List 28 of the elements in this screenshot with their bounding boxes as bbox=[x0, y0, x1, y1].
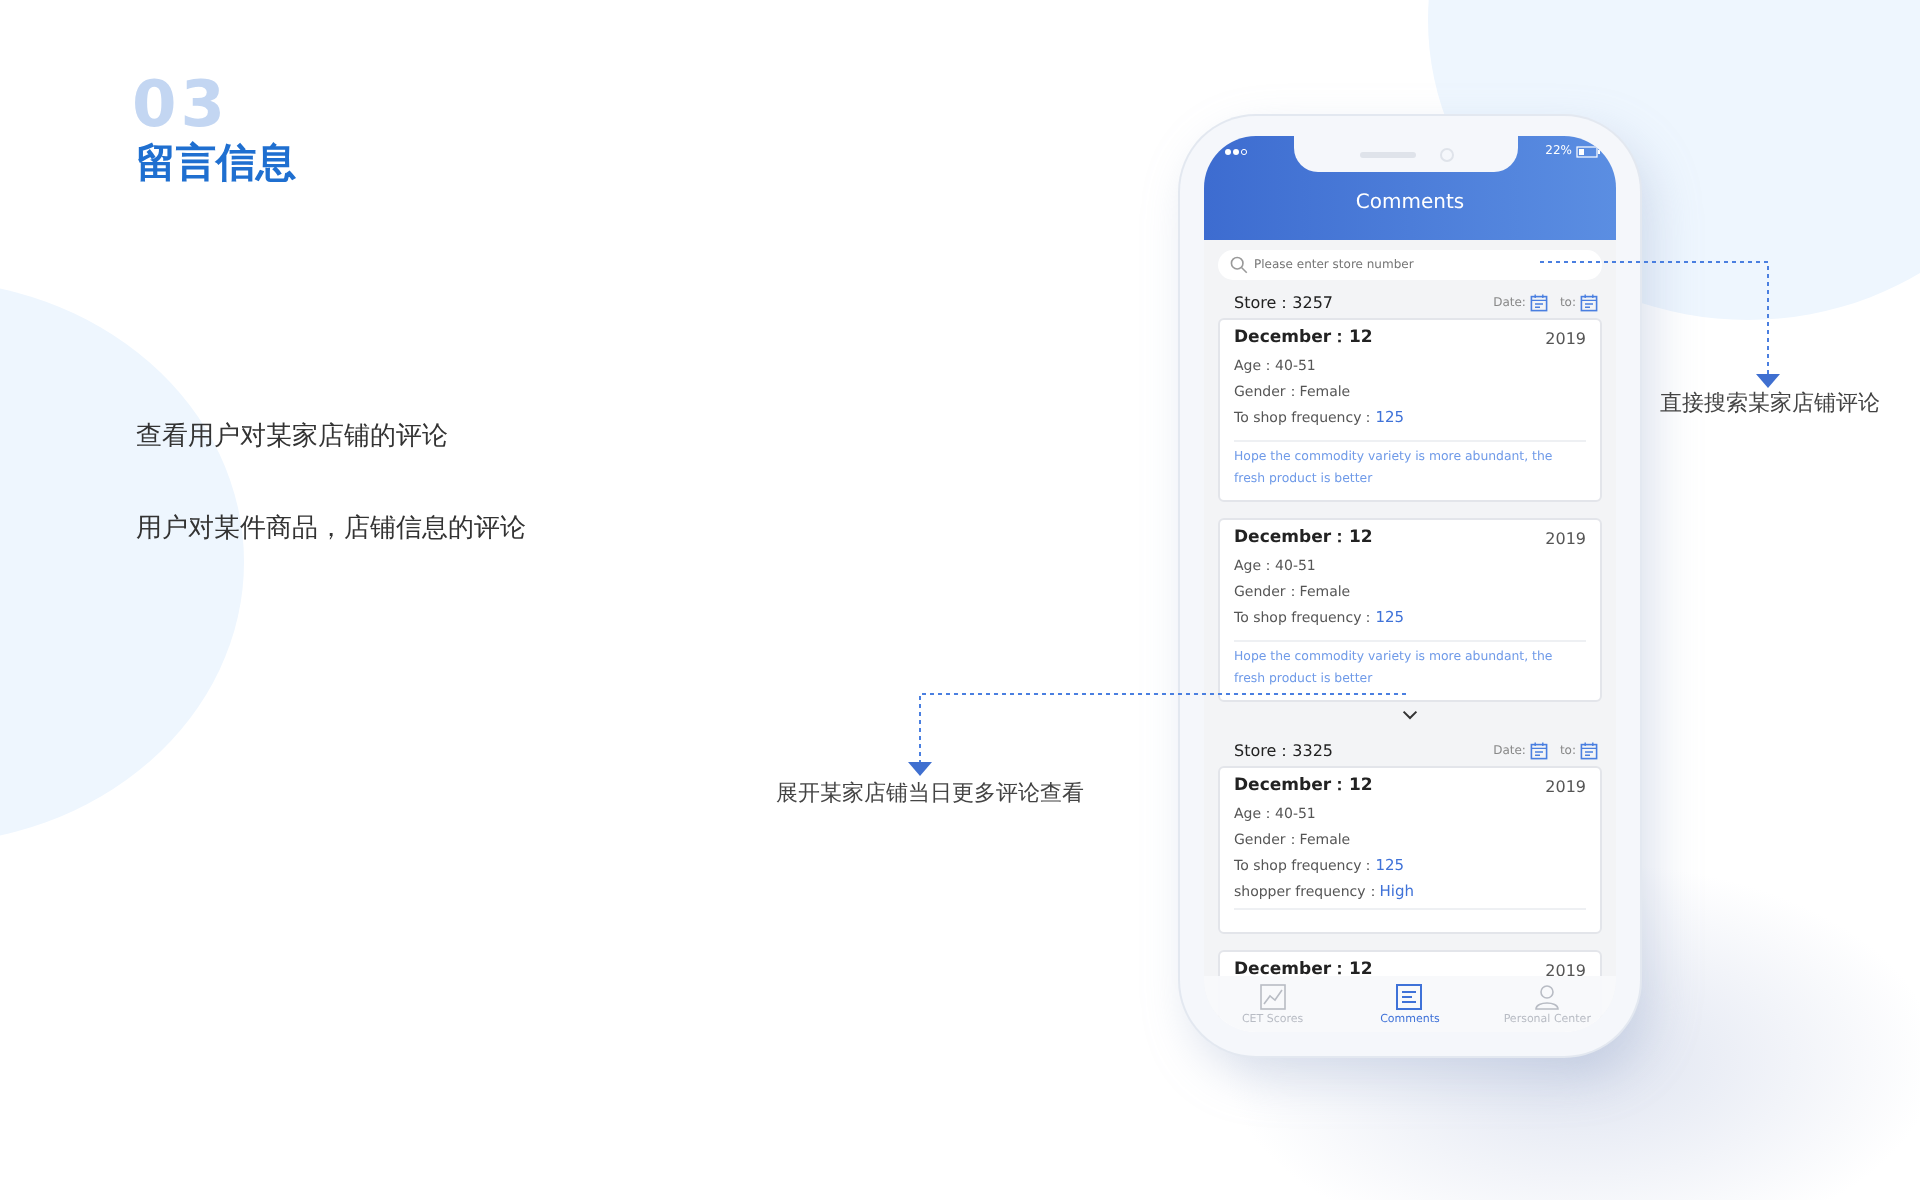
slide-point: 用户对某件商品，店铺信息的评论 bbox=[136, 512, 526, 546]
calendar-icon[interactable] bbox=[1529, 742, 1548, 761]
slide-title: 留言信息 bbox=[136, 136, 296, 190]
document-icon bbox=[1396, 983, 1423, 1009]
signal-icon bbox=[1224, 147, 1248, 155]
person-icon bbox=[1534, 983, 1561, 1009]
comment-date: December：12 bbox=[1234, 958, 1373, 983]
chart-icon bbox=[1259, 983, 1286, 1009]
screen-title: Comments bbox=[1355, 192, 1465, 214]
store-number: Store：3257 bbox=[1234, 292, 1334, 314]
comment-year: 2019 bbox=[1545, 329, 1586, 347]
annotation-text: 展开某家店铺当日更多评论查看 bbox=[776, 778, 1084, 808]
comment-date: December：12 bbox=[1234, 326, 1373, 350]
search-icon bbox=[1230, 256, 1248, 274]
comment-year: 2019 bbox=[1545, 777, 1586, 796]
calendar-icon[interactable] bbox=[1529, 294, 1548, 312]
chevron-down-icon[interactable] bbox=[1402, 710, 1418, 721]
comment-date: December：12 bbox=[1234, 526, 1373, 551]
slide-point: 查看用户对某家店铺的评论 bbox=[136, 420, 448, 454]
battery-icon bbox=[1576, 145, 1600, 157]
calendar-icon[interactable] bbox=[1580, 294, 1598, 312]
comment-date: December：12 bbox=[1234, 774, 1373, 799]
section-number: 03 bbox=[132, 72, 230, 136]
annotation-text: 直接搜索某家店铺评论 bbox=[1660, 388, 1880, 418]
comment-year: 2019 bbox=[1545, 961, 1586, 980]
calendar-icon[interactable] bbox=[1580, 742, 1598, 761]
store-number: Store：3325 bbox=[1234, 740, 1334, 763]
comment-year: 2019 bbox=[1545, 529, 1586, 548]
